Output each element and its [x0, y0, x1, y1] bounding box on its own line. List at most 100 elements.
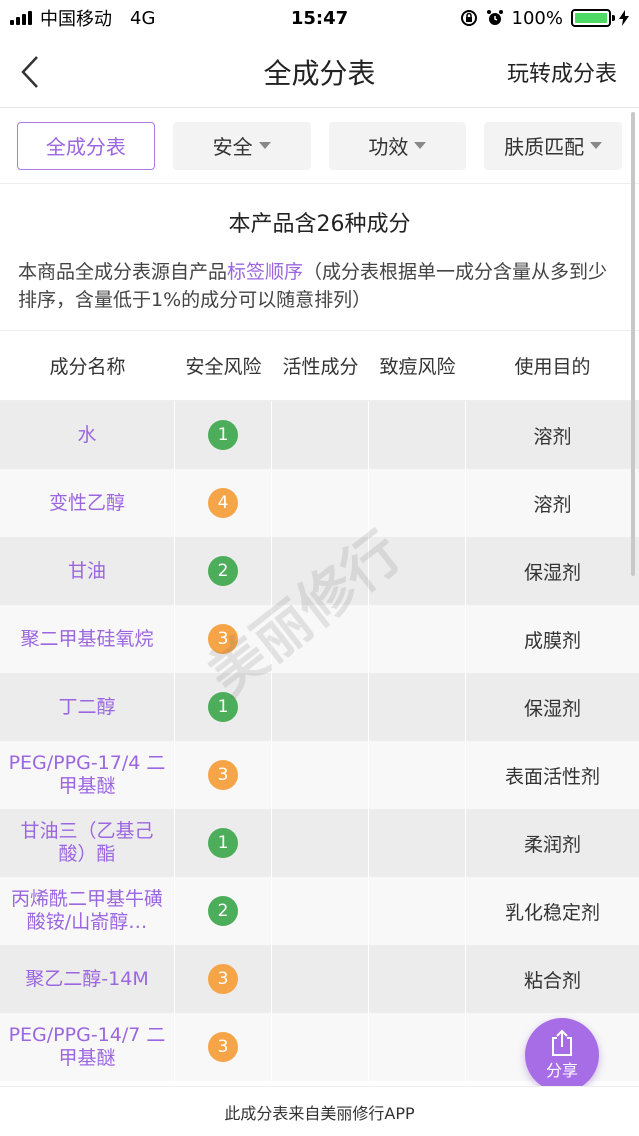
back-button[interactable] [0, 36, 60, 108]
table-row[interactable]: 变性乙醇 4 溶剂 [0, 469, 639, 537]
acne-risk-cell [369, 945, 466, 1013]
purpose-cell: 柔润剂 [523, 833, 581, 856]
purpose-cell: 溶剂 [533, 425, 572, 448]
risk-level-badge: 1 [208, 692, 238, 722]
active-ingredient-cell [272, 945, 369, 1013]
active-ingredient-cell [272, 537, 369, 605]
active-ingredient-cell [272, 877, 369, 945]
risk-level-badge: 4 [208, 488, 238, 518]
active-ingredient-cell [272, 469, 369, 537]
filter-skin-match-dropdown[interactable]: 肤质匹配 [484, 121, 622, 170]
signal-icon [10, 11, 32, 25]
safety-risk-cell: 3 [175, 605, 272, 673]
risk-level-badge: 3 [208, 1032, 238, 1062]
ingredient-count-title: 本产品含26种成分 [228, 212, 411, 237]
purpose-cell: 表面活性剂 [504, 765, 600, 788]
acne-risk-cell [369, 741, 466, 809]
col-name: 成分名称 [49, 356, 126, 378]
safety-risk-cell: 1 [175, 809, 272, 877]
chevron-left-icon [21, 55, 38, 88]
risk-level-badge: 2 [208, 556, 238, 586]
ingredient-name[interactable]: 变性乙醇 [0, 469, 175, 537]
share-icon [552, 1029, 572, 1056]
table-row[interactable]: 甘油三（乙基己酸）酯 1 柔润剂 [0, 809, 639, 877]
caret-down-icon [590, 142, 603, 149]
risk-level-badge: 1 [208, 828, 238, 858]
risk-level-badge: 1 [208, 420, 238, 450]
safety-risk-cell: 1 [175, 401, 272, 469]
ingredient-name[interactable]: 水 [0, 401, 175, 469]
safety-risk-cell: 3 [175, 945, 272, 1013]
filter-bar: 全成分表 安全 功效 肤质匹配 [0, 108, 639, 184]
ingredient-table: 水 1 溶剂 变性乙醇 4 溶剂 甘油 2 保湿剂 聚二甲基硅氧烷 3 成膜剂 丁二醇 1 保湿剂 PEG/P… [0, 401, 639, 1081]
risk-level-badge: 3 [208, 760, 238, 790]
battery-percent: 100% [511, 7, 563, 29]
label-order-link[interactable]: 标签顺序 [227, 261, 303, 283]
purpose-cell: 乳化稳定剂 [504, 901, 600, 924]
ingredient-name[interactable]: 甘油三（乙基己酸）酯 [0, 809, 175, 877]
acne-risk-cell [369, 605, 466, 673]
col-active-ingredient: 活性成分 [282, 356, 359, 378]
filter-label: 功效 [368, 135, 409, 159]
share-button[interactable]: 分享 [525, 1018, 599, 1092]
note-prefix: 本商品全成分表源自产品 [18, 261, 228, 283]
table-row[interactable]: PEG/PPG-17/4 二甲基醚 3 表面活性剂 [0, 741, 639, 809]
ingredient-name[interactable]: 丁二醇 [0, 673, 175, 741]
ingredient-name[interactable]: 丙烯酰二甲基牛磺酸铵/山嵛醇… [0, 877, 175, 945]
acne-risk-cell [369, 1013, 466, 1081]
footer-source-note: 此成分表来自美丽修行APP [0, 1086, 639, 1136]
purpose-cell: 粘合剂 [523, 969, 581, 992]
table-row[interactable]: 丁二醇 1 保湿剂 [0, 673, 639, 741]
safety-risk-cell: 2 [175, 537, 272, 605]
ingredient-name[interactable]: 聚乙二醇-14M [0, 945, 175, 1013]
risk-level-badge: 3 [208, 624, 238, 654]
filter-label: 肤质匹配 [504, 135, 585, 159]
ingredient-name[interactable]: PEG/PPG-17/4 二甲基醚 [0, 741, 175, 809]
ingredient-source-note: 本商品全成分表源自产品标签顺序（成分表根据单一成分含量从多到少排序，含量低于1%… [0, 250, 639, 331]
share-label: 分享 [545, 1061, 578, 1080]
active-ingredient-cell [272, 809, 369, 877]
safety-risk-cell: 4 [175, 469, 272, 537]
active-ingredient-cell [272, 741, 369, 809]
ingredient-name[interactable]: PEG/PPG-14/7 二甲基醚 [0, 1013, 175, 1081]
safety-risk-cell: 2 [175, 877, 272, 945]
safety-risk-cell: 1 [175, 673, 272, 741]
table-row[interactable]: 聚二甲基硅氧烷 3 成膜剂 [0, 605, 639, 673]
safety-risk-cell: 3 [175, 1013, 272, 1081]
navbar: 全成分表 玩转成分表 [0, 36, 639, 108]
col-acne-risk: 致痘风险 [379, 356, 456, 378]
acne-risk-cell [369, 401, 466, 469]
acne-risk-cell [369, 673, 466, 741]
col-safety-risk: 安全风险 [185, 356, 262, 378]
acne-risk-cell [369, 537, 466, 605]
table-row[interactable]: 甘油 2 保湿剂 [0, 537, 639, 605]
scrollbar[interactable] [631, 112, 635, 576]
risk-level-badge: 2 [208, 896, 238, 926]
ingredient-name[interactable]: 甘油 [0, 537, 175, 605]
col-purpose: 使用目的 [514, 356, 591, 378]
purpose-cell: 溶剂 [533, 493, 572, 516]
rotation-lock-icon [460, 10, 477, 26]
table-row[interactable]: 水 1 溶剂 [0, 401, 639, 469]
acne-risk-cell [369, 877, 466, 945]
charging-icon [619, 10, 629, 26]
filter-label: 安全 [212, 135, 253, 159]
safety-risk-cell: 3 [175, 741, 272, 809]
alarm-icon [486, 10, 503, 25]
guide-link[interactable]: 玩转成分表 [507, 56, 617, 88]
filter-safety-dropdown[interactable]: 安全 [172, 121, 311, 170]
caret-down-icon [258, 142, 271, 149]
filter-efficacy-dropdown[interactable]: 功效 [328, 121, 467, 170]
filter-all-ingredients[interactable]: 全成分表 [17, 121, 155, 170]
ingredient-name[interactable]: 聚二甲基硅氧烷 [0, 605, 175, 673]
table-row[interactable]: 丙烯酰二甲基牛磺酸铵/山嵛醇… 2 乳化稳定剂 [0, 877, 639, 945]
purpose-cell: 保湿剂 [523, 561, 581, 584]
table-header: 成分名称 安全风险 活性成分 致痘风险 使用目的 [0, 331, 639, 401]
active-ingredient-cell [272, 401, 369, 469]
purpose-cell: 保湿剂 [523, 697, 581, 720]
purpose-cell: 成膜剂 [523, 629, 581, 652]
filter-label: 全成分表 [45, 135, 126, 159]
active-ingredient-cell [272, 673, 369, 741]
table-row[interactable]: 聚乙二醇-14M 3 粘合剂 [0, 945, 639, 1013]
battery-icon [571, 9, 615, 27]
